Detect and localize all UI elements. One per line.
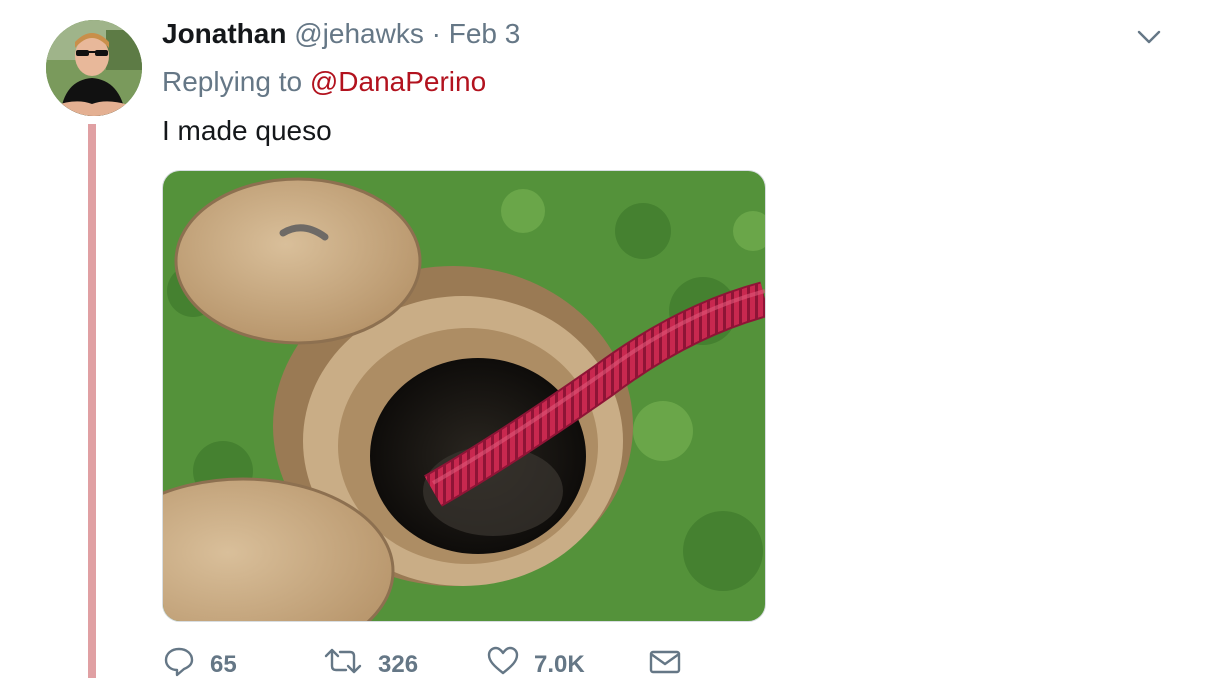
replying-to-mention[interactable]: @DanaPerino: [310, 66, 486, 97]
tweet-header: Jonathan @jehawks · Feb 3: [162, 16, 520, 52]
like-count: 7.0K: [534, 651, 585, 678]
retweet-icon: [324, 648, 362, 674]
avatar[interactable]: [46, 20, 142, 116]
author-name[interactable]: Jonathan: [162, 18, 286, 49]
reply-button[interactable]: 65: [162, 644, 237, 678]
more-options-button[interactable]: [1134, 22, 1164, 52]
message-button[interactable]: [648, 644, 682, 678]
tweet-date[interactable]: Feb 3: [449, 18, 521, 49]
replying-to-label: Replying to: [162, 66, 303, 97]
tweet-text: I made queso: [162, 115, 332, 146]
header-separator: ·: [431, 18, 441, 49]
like-button[interactable]: 7.0K: [486, 644, 585, 678]
tweet: Jonathan @jehawks · Feb 3 Replying to @D…: [0, 0, 1228, 678]
avatar-photo: [46, 20, 142, 116]
reply-count: 65: [210, 651, 237, 678]
retweet-count: 326: [378, 651, 419, 678]
reply-icon: [164, 647, 194, 677]
chevron-down-icon: [1137, 30, 1161, 44]
retweet-button[interactable]: 326: [322, 644, 418, 678]
envelope-icon: [649, 650, 681, 674]
author-handle[interactable]: @jehawks: [294, 18, 424, 49]
thread-line: [88, 124, 96, 678]
replying-to: Replying to @DanaPerino: [162, 64, 486, 100]
septic-tank-photo: [163, 171, 765, 621]
tweet-photo[interactable]: [162, 170, 766, 622]
heart-icon: [487, 646, 519, 675]
